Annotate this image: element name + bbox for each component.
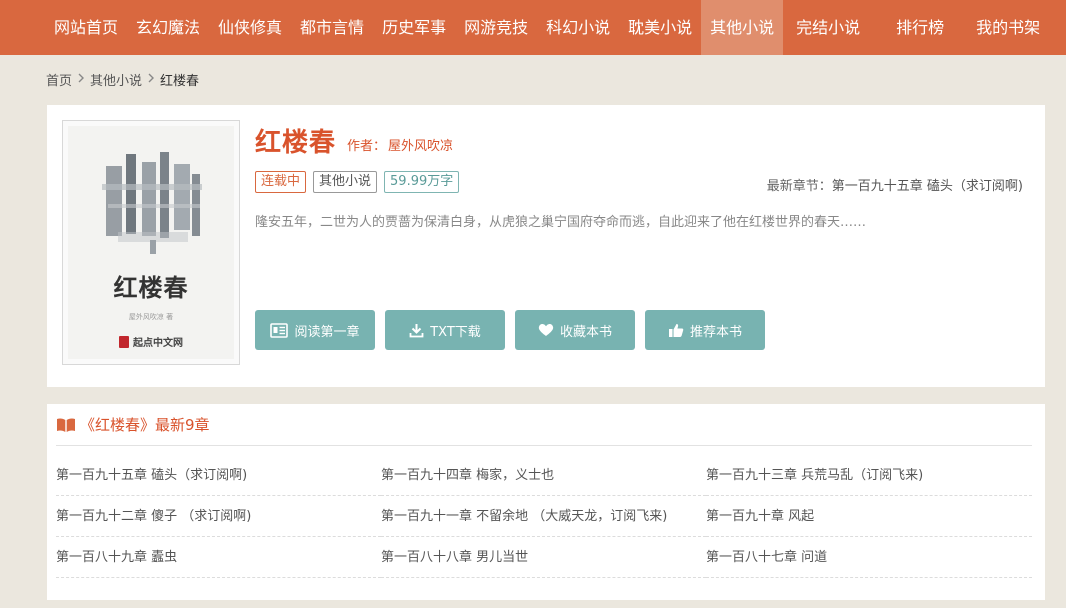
cover-calligraphy-art [102, 152, 202, 254]
chapter-link[interactable]: 第一百九十章 风起 [706, 496, 1032, 537]
txt-download-button[interactable]: TXT下载 [385, 310, 505, 350]
recommend-book-button[interactable]: 推荐本书 [645, 310, 765, 350]
nav-item-home[interactable]: 网站首页 [45, 0, 127, 55]
favorite-book-label: 收藏本书 [559, 324, 612, 340]
book-title: 红楼春 [255, 128, 337, 158]
cover-image: 红楼春 屋外风吹凉 著 起点中文网 [68, 126, 234, 359]
book-info-panel: 红楼春 屋外风吹凉 著 起点中文网 红楼春 作者： 屋外风吹凉 连载中 其他小说… [47, 105, 1045, 387]
cover-publisher-name: 起点中文网 [133, 338, 183, 349]
book-tags: 连载中 其他小说 59.99万字 [255, 171, 460, 193]
breadcrumb-category-link[interactable]: 其他小说 [90, 70, 142, 89]
read-first-chapter-button[interactable]: 阅读第一章 [255, 310, 375, 350]
chapter-link[interactable]: 第一百九十三章 兵荒马乱（订阅飞来) [706, 455, 1032, 496]
category-badge[interactable]: 其他小说 [313, 171, 378, 193]
chapter-link[interactable]: 第一百八十七章 问道 [706, 537, 1032, 578]
thumbs-up-icon [668, 323, 684, 337]
latest-chapters-panel: 《红楼春》最新9章 第一百九十五章 磕头（求订阅啊) 第一百九十四章 梅家，义士… [47, 404, 1045, 600]
read-first-chapter-label: 阅读第一章 [294, 324, 360, 340]
book-intro: 隆安五年，二世为人的贾蔷为保清白身，从虎狼之巢宁国府夺命而逃，自此迎来了他在红楼… [255, 215, 867, 230]
latest-chapter-info: 最新章节： 第一百九十五章 磕头（求订阅啊) [767, 175, 1023, 194]
breadcrumb-home-link[interactable]: 首页 [46, 70, 72, 89]
action-buttons: 阅读第一章 TXT下载 收藏本书 推荐本书 [255, 310, 765, 350]
author-name-link[interactable]: 屋外风吹凉 [388, 135, 453, 154]
latest-chapter-label: 最新章节： [766, 179, 832, 194]
top-navigation: 网站首页 玄幻魔法 仙侠修真 都市言情 历史军事 网游竞技 科幻小说 耽美小说 … [0, 0, 1066, 55]
download-icon [409, 323, 424, 337]
open-book-icon [57, 417, 75, 432]
chapter-link[interactable]: 第一百八十九章 蠹虫 [56, 537, 381, 578]
book-open-icon [270, 322, 289, 338]
nav-item-rankings[interactable]: 排行榜 [883, 0, 967, 55]
word-count-badge: 59.99万字 [384, 171, 460, 193]
book-cover[interactable]: 红楼春 屋外风吹凉 著 起点中文网 [62, 120, 240, 365]
publisher-logo-icon [119, 335, 129, 348]
cover-author: 屋外风吹凉 著 [128, 313, 174, 321]
author-info: 作者： 屋外风吹凉 [347, 135, 453, 154]
nav-item-fantasy-magic[interactable]: 玄幻魔法 [127, 0, 209, 55]
nav-item-bookshelf[interactable]: 我的书架 [967, 0, 1049, 55]
chapter-link[interactable]: 第一百九十五章 磕头（求订阅啊) [56, 455, 381, 496]
chapter-link[interactable]: 第一百九十一章 不留余地 （大威天龙，订阅飞来) [381, 496, 706, 537]
nav-item-history-military[interactable]: 历史军事 [373, 0, 455, 55]
cover-publisher: 起点中文网 [68, 334, 234, 349]
latest-chapter-link[interactable]: 第一百九十五章 磕头（求订阅啊) [832, 175, 1023, 194]
chapter-link[interactable]: 第一百八十八章 男儿当世 [381, 537, 706, 578]
status-badge: 连载中 [255, 171, 307, 193]
chapter-list: 第一百九十五章 磕头（求订阅啊) 第一百九十四章 梅家，义士也 第一百九十三章 … [56, 455, 1032, 578]
nav-item-completed[interactable]: 完结小说 [783, 0, 883, 55]
latest-chapters-header: 《红楼春》最新9章 [56, 404, 1032, 446]
chevron-right-icon [78, 73, 85, 86]
nav-item-xianxia[interactable]: 仙侠修真 [209, 0, 291, 55]
nav-item-gaming[interactable]: 网游竞技 [455, 0, 537, 55]
chapter-link[interactable]: 第一百九十二章 傻子 （求订阅啊) [56, 496, 381, 537]
recommend-book-label: 推荐本书 [689, 324, 742, 340]
latest-chapters-title: 《红楼春》最新9章 [80, 416, 210, 434]
txt-download-label: TXT下载 [430, 324, 481, 340]
heart-icon [538, 324, 554, 336]
breadcrumb: 首页 其他小说 红楼春 [46, 70, 200, 89]
chevron-right-icon [148, 73, 155, 86]
chapter-link[interactable]: 第一百九十四章 梅家，义士也 [381, 455, 706, 496]
nav-item-other[interactable]: 其他小说 [701, 0, 784, 55]
cover-title: 红楼春 [113, 273, 189, 302]
nav-item-scifi[interactable]: 科幻小说 [537, 0, 619, 55]
nav-item-danmei[interactable]: 耽美小说 [619, 0, 701, 55]
author-label: 作者： [347, 139, 387, 154]
breadcrumb-current: 红楼春 [160, 73, 200, 89]
nav-item-urban-romance[interactable]: 都市言情 [291, 0, 373, 55]
favorite-book-button[interactable]: 收藏本书 [515, 310, 635, 350]
